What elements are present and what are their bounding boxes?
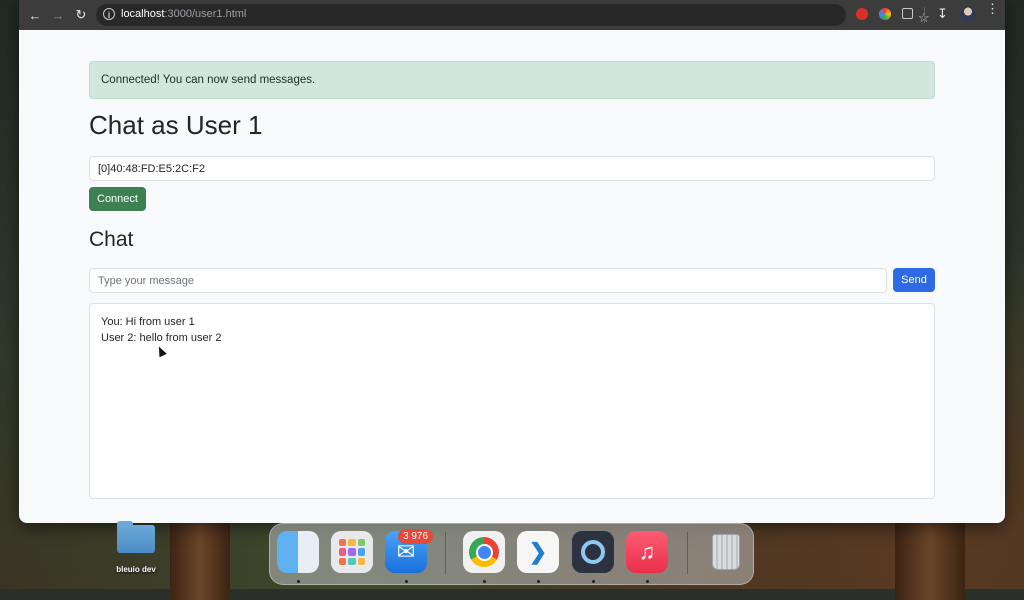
back-arrow-icon[interactable]: ← <box>27 7 43 23</box>
running-indicator <box>483 580 486 583</box>
browser-window: ← → ↻ i localhost:3000/user1.html ☆ ↧ ⋮ … <box>19 0 1005 523</box>
launchpad-icon[interactable] <box>331 531 373 573</box>
url-path: :3000/user1.html <box>164 8 247 20</box>
alert-text: Connected! You can now send messages. <box>101 74 316 86</box>
music-icon[interactable]: ♫ <box>626 531 668 573</box>
chat-message: You: Hi from user 1 <box>101 316 195 328</box>
puzzle-icon[interactable] <box>902 8 913 19</box>
dock-divider <box>445 532 446 574</box>
running-indicator <box>537 580 540 583</box>
vscode-icon[interactable]: ❯ <box>517 531 559 573</box>
chat-message: User 2: hello from user 2 <box>101 331 222 344</box>
dock-divider <box>687 532 688 574</box>
finder-icon[interactable] <box>277 531 319 573</box>
folder-label[interactable]: bleuio dev <box>102 565 170 574</box>
running-indicator <box>405 580 408 583</box>
profile-avatar[interactable] <box>960 6 976 22</box>
site-info-icon[interactable]: i <box>103 8 115 20</box>
chat-heading: Chat <box>89 228 134 251</box>
download-icon[interactable]: ↧ <box>937 6 948 22</box>
chrome-extension-icon[interactable] <box>879 8 891 20</box>
running-indicator <box>592 580 595 583</box>
message-input[interactable] <box>89 268 887 293</box>
trash-icon[interactable] <box>705 531 747 573</box>
mail-badge: 3 976 <box>398 529 434 544</box>
chat-log: You: Hi from user 1 User 2: hello from u… <box>89 303 935 499</box>
tree-trunk <box>895 520 965 600</box>
chrome-icon[interactable] <box>463 531 505 573</box>
send-button[interactable]: Send <box>893 268 935 292</box>
url-text[interactable]: localhost:3000/user1.html <box>121 8 246 20</box>
running-indicator <box>646 580 649 583</box>
tree-trunk <box>170 520 230 600</box>
running-indicator <box>297 580 300 583</box>
device-address-input[interactable] <box>89 156 935 181</box>
reload-icon[interactable]: ↻ <box>73 7 89 23</box>
quicktime-icon[interactable] <box>572 531 614 573</box>
page-title: Chat as User 1 <box>89 110 263 140</box>
toolbar-divider <box>924 7 925 23</box>
address-bar[interactable]: i localhost:3000/user1.html ☆ <box>96 4 930 26</box>
folder-icon[interactable] <box>117 521 155 553</box>
extension-icon[interactable] <box>856 8 868 20</box>
url-host: localhost <box>121 8 165 20</box>
menu-icon[interactable]: ⋮ <box>986 2 999 15</box>
connection-alert: Connected! You can now send messages. <box>89 61 935 99</box>
connect-button[interactable]: Connect <box>89 187 146 211</box>
browser-toolbar: ← → ↻ i localhost:3000/user1.html ☆ ↧ ⋮ <box>19 0 1005 30</box>
forward-arrow-icon[interactable]: → <box>50 7 66 23</box>
